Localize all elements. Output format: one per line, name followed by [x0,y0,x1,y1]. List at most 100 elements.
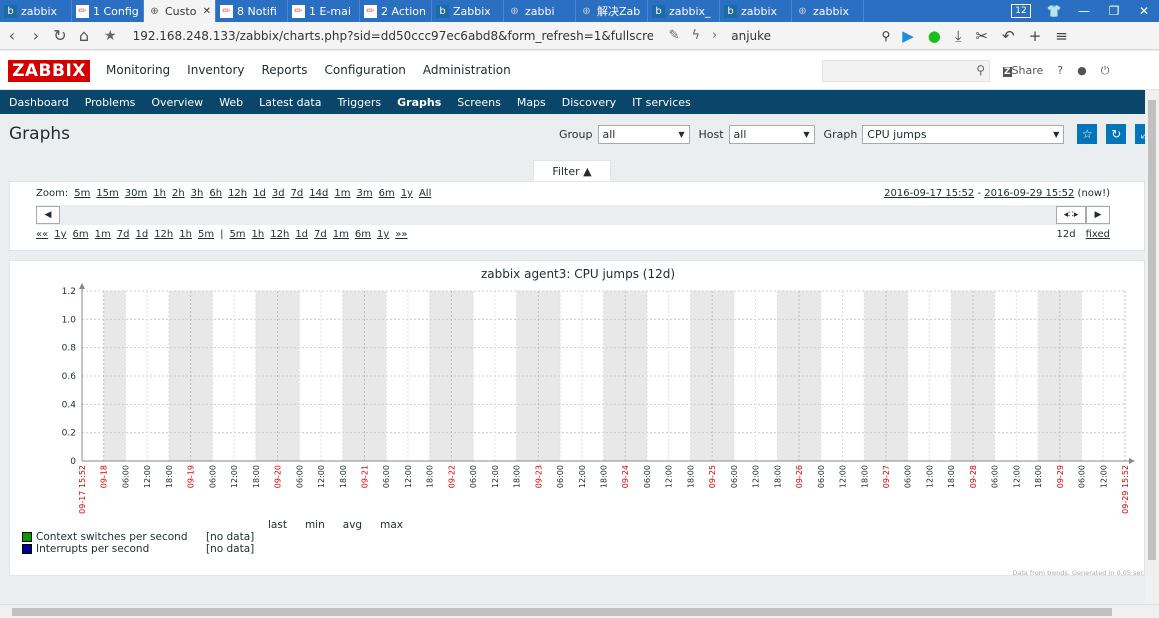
nav-back-link[interactable]: «« [36,229,48,240]
forward-icon[interactable]: › [24,26,48,45]
menu-icon[interactable]: ≡ [1055,27,1068,45]
nav-forward-link[interactable]: »» [395,229,407,240]
user-icon[interactable]: ● [1077,64,1087,78]
sub-menu-item[interactable]: Overview [151,96,203,109]
reload-icon[interactable]: ↻ [48,26,72,45]
undo-icon[interactable]: ↶ [1002,27,1015,45]
nav-back-link[interactable]: 12h [154,229,173,240]
browser-tab[interactable]: ✏ 2 Action [360,0,432,22]
download-icon[interactable]: ⤓ [955,27,962,45]
nav-back-link[interactable]: 1h [179,229,192,240]
sub-menu-item[interactable]: Graphs [397,96,441,109]
browser-tab[interactable]: b zabbix_ [648,0,720,22]
zabbix-logo[interactable]: ZABBIX [8,60,90,82]
period-from[interactable]: 2016-09-17 15:52 [884,188,974,199]
browser-tab[interactable]: ⊕ zabbix [792,0,864,22]
url-field[interactable]: 192.168.248.133/zabbix/charts.php?sid=dd… [133,29,653,43]
share-button[interactable]: ZShare [1003,64,1043,78]
zoom-link[interactable]: 1m [334,188,350,199]
search-icon[interactable]: ⚲ [976,63,985,77]
home-icon[interactable]: ⌂ [72,26,96,45]
main-menu-item[interactable]: Inventory [187,63,244,77]
main-menu-item[interactable]: Reports [262,63,308,77]
main-menu-item[interactable]: Monitoring [106,63,170,77]
plus-icon[interactable]: + [1029,27,1042,45]
browser-tab[interactable]: ⊕ zabbi [504,0,576,22]
sub-menu-item[interactable]: Web [219,96,243,109]
lightning-icon[interactable]: ϟ [691,28,700,43]
zoom-link[interactable]: 30m [125,188,147,199]
zoom-link[interactable]: 6m [379,188,395,199]
shirt-icon[interactable]: 👕 [1039,4,1069,18]
scroll-right-button[interactable]: ▶ [1086,206,1110,224]
nav-forward-link[interactable]: 1y [377,229,389,240]
nav-forward-link[interactable]: 1d [295,229,308,240]
nav-forward-link[interactable]: 5m [229,229,245,240]
browser-tab[interactable]: b zabbix [720,0,792,22]
sub-menu-item[interactable]: Latest data [259,96,321,109]
zoom-link[interactable]: 1d [253,188,266,199]
vertical-scroll-thumb[interactable] [1148,100,1156,560]
nav-back-link[interactable]: 6m [73,229,89,240]
zoom-link[interactable]: 2h [172,188,185,199]
leaf-icon[interactable]: ✎ [669,28,680,43]
zoom-link[interactable]: 6h [209,188,222,199]
zoom-link[interactable]: 14d [309,188,328,199]
tab-counter[interactable]: 12 [1011,4,1031,18]
browser-search-input[interactable]: anjuke ⚲ [731,29,896,43]
close-window-icon[interactable]: ✕ [1129,4,1159,18]
nav-back-link[interactable]: 1d [135,229,148,240]
tab-close-icon[interactable]: ✕ [201,6,211,17]
power-icon[interactable]: ⏻ [1101,64,1110,78]
zoom-link[interactable]: 7d [291,188,304,199]
zoom-link[interactable]: 5m [74,188,90,199]
chevron-right-icon[interactable]: › [712,28,717,43]
sub-menu-item[interactable]: Screens [457,96,501,109]
zoom-link[interactable]: 1y [401,188,413,199]
sub-menu-item[interactable]: Problems [85,96,136,109]
timeline-scrollbar[interactable]: ◀ ◂∷▸ ▶ [36,205,1110,225]
horizontal-scroll-thumb[interactable] [12,608,1112,616]
zoom-link[interactable]: 15m [96,188,118,199]
back-icon[interactable]: ‹ [0,26,24,45]
sub-menu-item[interactable]: Maps [517,96,546,109]
vertical-scrollbar[interactable] [1145,90,1159,604]
sub-menu-item[interactable]: Discovery [562,96,616,109]
fixed-link[interactable]: fixed [1086,229,1110,240]
nav-back-link[interactable]: 5m [198,229,214,240]
group-select[interactable]: all ▼ [597,124,690,144]
zoom-link[interactable]: 3h [191,188,204,199]
nav-forward-link[interactable]: 6m [355,229,371,240]
scissors-icon[interactable]: ✂ [976,27,989,45]
period-to[interactable]: 2016-09-29 15:52 [984,188,1074,199]
play-icon[interactable]: ▶ [902,27,914,45]
favourite-button[interactable]: ☆ [1077,124,1098,144]
refresh-button[interactable]: ↻ [1106,124,1127,144]
zoom-link[interactable]: All [419,188,431,199]
nav-back-link[interactable]: 7d [117,229,130,240]
minimize-icon[interactable]: — [1069,4,1099,18]
zoom-link[interactable]: 3d [272,188,285,199]
horizontal-scrollbar[interactable] [0,604,1159,618]
sub-menu-item[interactable]: IT services [632,96,691,109]
host-select[interactable]: all ▼ [728,124,815,144]
scroll-left-button[interactable]: ◀ [36,206,60,224]
browser-tab[interactable]: ✏ 8 Notifi [216,0,288,22]
browser-tab[interactable]: b Zabbix [432,0,504,22]
browser-tab[interactable]: b zabbix [0,0,72,22]
graph-select[interactable]: CPU jumps ▼ [862,124,1065,144]
zoom-link[interactable]: 1h [153,188,166,199]
nav-back-link[interactable]: 1y [54,229,66,240]
main-menu-item[interactable]: Administration [423,63,511,77]
sub-menu-item[interactable]: Triggers [337,96,381,109]
header-search-input[interactable]: ⚲ [822,60,990,82]
nav-forward-link[interactable]: 7d [314,229,327,240]
nav-forward-link[interactable]: 1m [333,229,349,240]
nav-forward-link[interactable]: 12h [270,229,289,240]
nav-forward-link[interactable]: 1h [252,229,265,240]
zoom-link[interactable]: 12h [228,188,247,199]
browser-tab[interactable]: ✏ 1 E-mai [288,0,360,22]
help-icon[interactable]: ? [1057,64,1063,78]
browser-tab[interactable]: ✏ 1 Config [72,0,144,22]
bookmark-star-icon[interactable]: ★ [104,28,117,44]
